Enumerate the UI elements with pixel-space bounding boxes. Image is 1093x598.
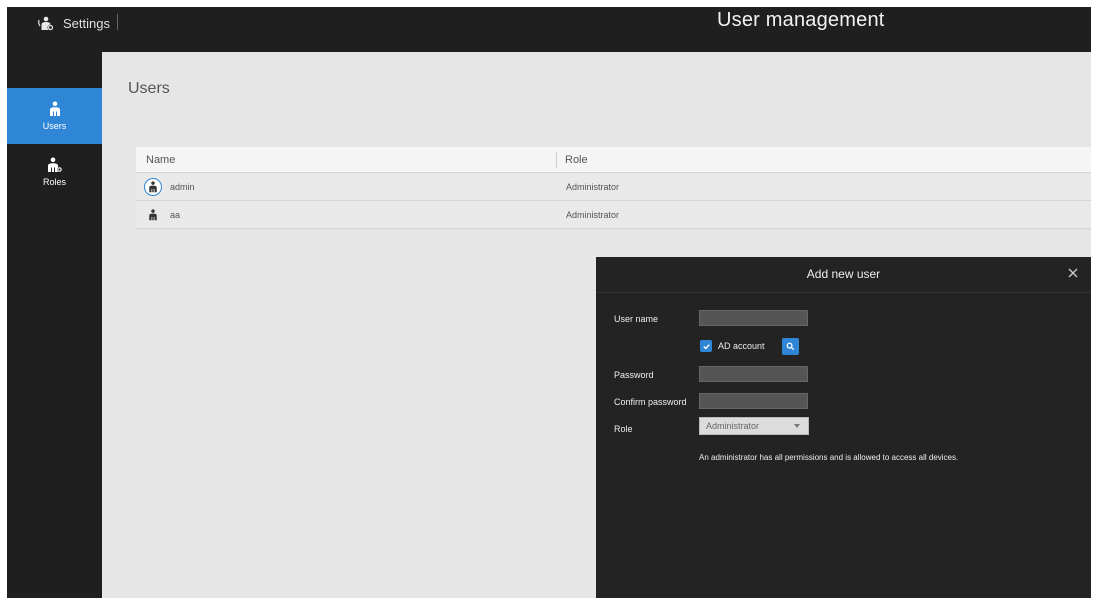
user-icon bbox=[49, 101, 61, 117]
role-description: An administrator has all permissions and… bbox=[699, 453, 959, 462]
users-table: Name Role admin Administrator aa Adminis… bbox=[136, 147, 1091, 229]
ad-account-option: AD account bbox=[700, 340, 765, 352]
ad-account-checkbox[interactable] bbox=[700, 340, 712, 352]
dialog-header: Add new user bbox=[596, 257, 1091, 293]
table-row[interactable]: admin Administrator bbox=[136, 173, 1091, 201]
settings-gear-icon bbox=[37, 14, 55, 32]
page-title: User management bbox=[717, 9, 885, 31]
username-label: User name bbox=[614, 314, 659, 324]
table-cell-role: Administrator bbox=[566, 181, 620, 192]
table-row[interactable]: aa Administrator bbox=[136, 201, 1091, 229]
column-header-role[interactable]: Role bbox=[556, 151, 1091, 168]
table-cell-name: admin bbox=[136, 177, 556, 196]
user-name-text: aa bbox=[170, 209, 181, 220]
user-name-text: admin bbox=[170, 181, 195, 192]
confirm-password-input[interactable] bbox=[699, 393, 808, 409]
username-input[interactable] bbox=[699, 310, 808, 326]
dialog-title: Add new user bbox=[806, 267, 881, 281]
user-gear-icon bbox=[47, 157, 63, 173]
password-input[interactable] bbox=[699, 366, 808, 382]
sidebar-item-roles[interactable]: Roles bbox=[7, 144, 102, 200]
role-select-value: Administrator bbox=[706, 421, 760, 431]
role-select[interactable]: Administrator bbox=[699, 417, 809, 435]
admin-user-icon bbox=[144, 177, 162, 196]
search-icon bbox=[786, 338, 795, 356]
user-icon bbox=[144, 206, 162, 224]
settings-label: Settings bbox=[63, 15, 110, 31]
section-title: Users bbox=[128, 80, 170, 97]
add-user-dialog: Add new user User name AD account Passwo… bbox=[596, 257, 1091, 598]
sidebar: Users Roles bbox=[7, 52, 102, 598]
confirm-password-label: Confirm password bbox=[614, 397, 687, 407]
table-cell-name: aa bbox=[136, 206, 556, 224]
sidebar-item-label: Roles bbox=[42, 177, 66, 187]
table-header: Name Role bbox=[136, 147, 1091, 173]
divider bbox=[117, 14, 118, 30]
sidebar-item-label: Users bbox=[42, 121, 67, 131]
ad-account-label: AD account bbox=[718, 341, 765, 351]
top-bar: Settings User management bbox=[7, 7, 1091, 52]
app-window: Settings User management Users Roles Use… bbox=[7, 7, 1091, 598]
close-icon[interactable] bbox=[1065, 265, 1081, 281]
ad-search-button[interactable] bbox=[782, 338, 799, 355]
table-cell-role: Administrator bbox=[566, 209, 620, 220]
chevron-down-icon bbox=[794, 424, 800, 428]
sidebar-item-users[interactable]: Users bbox=[7, 88, 102, 144]
password-label: Password bbox=[614, 370, 654, 380]
settings-button[interactable]: Settings bbox=[37, 13, 110, 33]
role-label: Role bbox=[614, 424, 633, 434]
column-header-name[interactable]: Name bbox=[136, 154, 556, 166]
